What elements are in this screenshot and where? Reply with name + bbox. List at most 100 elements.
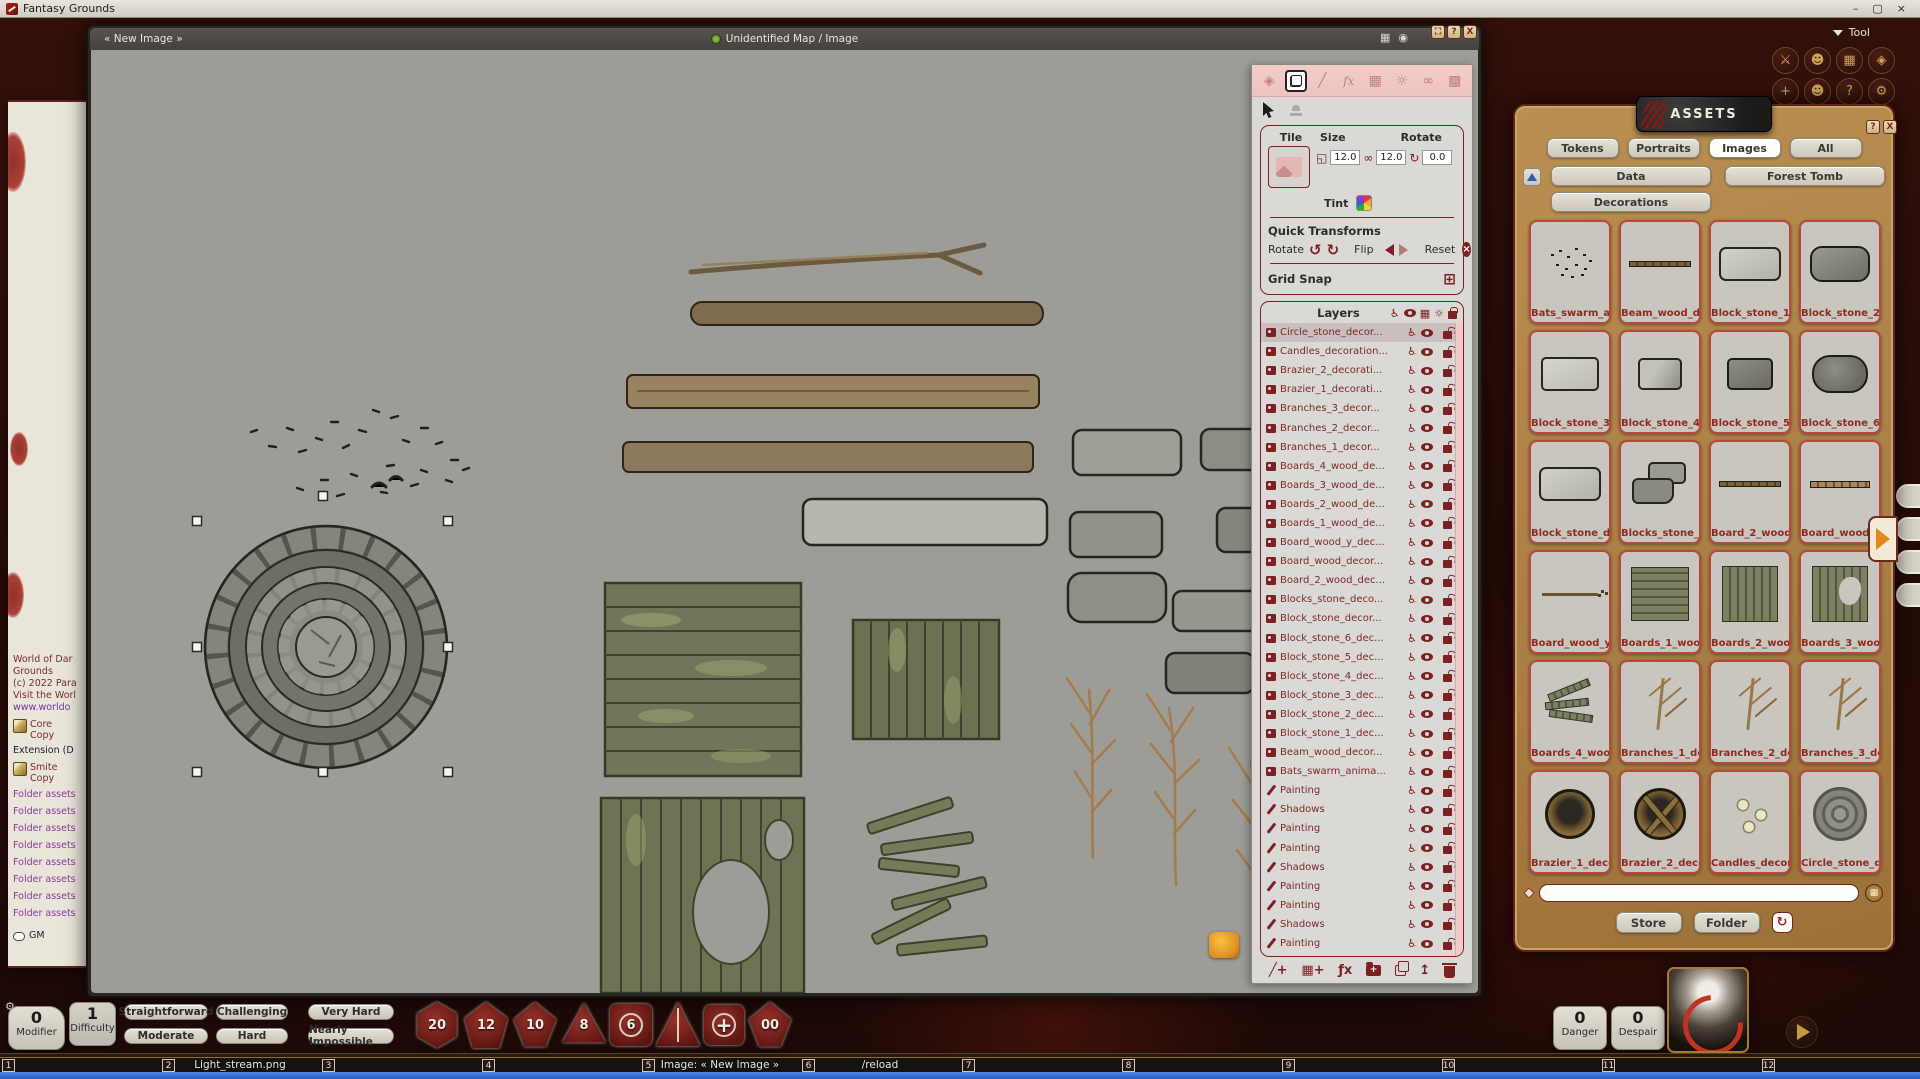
player-visibility-icon[interactable]: ♿ [1407, 442, 1417, 453]
difficulty-button[interactable]: Hard [216, 1028, 288, 1044]
rotate-cw-button[interactable]: ↻ [1327, 243, 1340, 257]
visibility-eye-icon[interactable] [1421, 844, 1433, 852]
player-visibility-icon[interactable]: ♿ [1407, 843, 1417, 854]
tool-menu-icon[interactable]: ☻ [1804, 47, 1831, 74]
visibility-eye-icon[interactable] [1421, 424, 1433, 432]
player-visibility-icon[interactable]: ♿ [1407, 365, 1417, 376]
layer-row[interactable]: Painting ♿ [1261, 934, 1455, 953]
size-width-input[interactable]: 12.0 [1330, 150, 1360, 165]
player-visibility-icon[interactable]: ♿ [1407, 518, 1417, 529]
layer-row[interactable]: Brazier_1_decorati... ♿ [1261, 380, 1455, 399]
lighting-icon[interactable]: ☼ [1434, 307, 1444, 320]
visibility-eye-icon[interactable] [1421, 749, 1433, 757]
asset-card[interactable]: Blocks_stone_d [1619, 440, 1701, 544]
difficulty-button[interactable]: Very Hard [308, 1004, 394, 1020]
window-help-button[interactable]: ? [1447, 25, 1461, 39]
layers-mode-icon[interactable] [1285, 70, 1307, 92]
hotkey-slot[interactable]: 3 [320, 1058, 480, 1073]
visibility-eye-icon[interactable] [1421, 863, 1433, 871]
die-mode-icon[interactable]: ◈ [1258, 70, 1280, 92]
player-visibility-icon[interactable]: ♿ [1407, 423, 1417, 434]
tool-menu-icon[interactable]: ? [1836, 78, 1863, 105]
difficulty-button[interactable]: Nearly Impossible [308, 1028, 394, 1044]
layer-lock-icon[interactable] [1443, 521, 1452, 529]
visibility-eye-icon[interactable] [1421, 405, 1433, 413]
layer-lock-icon[interactable] [1443, 732, 1452, 740]
tool-menu-icon[interactable]: + [1772, 78, 1799, 105]
add-fx-layer-icon[interactable]: ƒx [1338, 963, 1352, 978]
hotkey-slot[interactable]: Image: « New Image » 5 [640, 1058, 800, 1073]
asset-card[interactable]: Branches_3_dec [1799, 660, 1881, 764]
layer-lock-icon[interactable] [1443, 445, 1452, 453]
layer-row[interactable]: Painting ♿ [1261, 896, 1455, 915]
stamp-tool-icon[interactable] [1290, 105, 1302, 116]
player-visibility-icon[interactable]: ♿ [1407, 403, 1417, 414]
layer-lock-icon[interactable] [1443, 922, 1452, 930]
minimize-button[interactable]: – [1853, 0, 1859, 18]
module-filter-button[interactable]: Data [1551, 166, 1711, 186]
player-visibility-icon[interactable]: ♿ [1407, 461, 1417, 472]
add-folder-icon[interactable]: + [1366, 965, 1381, 976]
layer-lock-icon[interactable] [1443, 693, 1452, 701]
hotkey-slot[interactable]: 10 [1440, 1058, 1600, 1073]
layer-lock-icon[interactable] [1443, 789, 1452, 797]
layer-row[interactable]: Painting ♿ [1261, 781, 1455, 800]
visibility-eye-icon[interactable] [1421, 920, 1433, 928]
paint-mode-icon[interactable]: ╱ [1311, 70, 1333, 92]
hotkey-slot[interactable]: 4 [480, 1058, 640, 1073]
layer-lock-icon[interactable] [1443, 942, 1452, 950]
chat-window-partial[interactable]: World of DarGrounds(c) 2022 ParaVisit th… [8, 100, 94, 968]
size-height-input[interactable]: 12.0 [1376, 150, 1406, 165]
visibility-eye-icon[interactable] [1421, 940, 1433, 948]
rotate-input[interactable]: 0.0 [1422, 150, 1452, 165]
player-visibility-icon[interactable]: ♿ [1407, 384, 1417, 395]
layer-lock-icon[interactable] [1443, 712, 1452, 720]
dice-tower-icon[interactable]: ▦ [1380, 31, 1390, 44]
player-visibility-icon[interactable]: ♿ [1407, 327, 1417, 338]
layer-row[interactable]: Blocks_stone_deco... ♿ [1261, 590, 1455, 609]
player-visibility-icon[interactable]: ♿ [1407, 633, 1417, 644]
layer-lock-icon[interactable] [1443, 407, 1452, 415]
layer-lock-icon[interactable] [1443, 541, 1452, 549]
visibility-eye-icon[interactable] [1421, 768, 1433, 776]
scroll-up-button[interactable] [1523, 168, 1541, 186]
layer-lock-icon[interactable] [1443, 846, 1452, 854]
layer-lock-icon[interactable] [1443, 579, 1452, 587]
visibility-eye-icon[interactable] [1421, 519, 1433, 527]
die-button[interactable]: 10 [512, 1002, 558, 1048]
visibility-eye-icon[interactable] [1421, 596, 1433, 604]
grid-snap-toggle-icon[interactable]: ⊞ [1443, 270, 1456, 288]
layer-row[interactable]: Branches_2_decor... ♿ [1261, 418, 1455, 437]
layer-lock-icon[interactable] [1443, 350, 1452, 358]
visibility-eye-icon[interactable] [1421, 730, 1433, 738]
tool-menu-icon[interactable]: ⚔ [1772, 47, 1799, 74]
visibility-eye-icon[interactable] [1421, 787, 1433, 795]
hotkey-slot[interactable]: 8 [1120, 1058, 1280, 1073]
danger-box[interactable]: 0 Danger [1553, 1006, 1607, 1050]
player-visibility-icon[interactable]: ♿ [1407, 652, 1417, 663]
grid-view-button[interactable]: ▦ [1865, 884, 1883, 902]
layer-lock-icon[interactable] [1443, 674, 1452, 682]
module-filter-button[interactable]: Forest Tomb [1725, 166, 1885, 186]
window-close-button[interactable]: X [1463, 25, 1477, 39]
window-fullscreen-button[interactable]: ⛶ [1431, 25, 1445, 39]
player-visibility-icon[interactable]: ♿ [1407, 594, 1417, 605]
visibility-eye-icon[interactable] [1421, 710, 1433, 718]
character-portrait[interactable] [1667, 967, 1749, 1053]
asset-card[interactable]: Boards_1_wood [1619, 550, 1701, 654]
player-visibility-icon[interactable]: ♿ [1407, 556, 1417, 567]
difficulty-button[interactable]: Straightforward [124, 1004, 208, 1020]
player-visibility-icon[interactable]: ♿ [1407, 938, 1417, 949]
layer-lock-icon[interactable] [1443, 560, 1452, 568]
player-visibility-icon[interactable]: ♿ [1407, 499, 1417, 510]
layer-row[interactable]: Painting ♿ [1261, 839, 1455, 858]
layer-lock-icon[interactable] [1443, 617, 1452, 625]
layer-row[interactable]: Boards_3_wood_de... ♿ [1261, 476, 1455, 495]
flip-vertical-button[interactable] [1399, 244, 1408, 256]
player-visibility-icon[interactable]: ♿ [1407, 766, 1417, 777]
visibility-eye-icon[interactable] [1421, 691, 1433, 699]
assets-search-input[interactable] [1539, 884, 1859, 902]
player-visibility-icon[interactable]: ♿ [1407, 728, 1417, 739]
die-button[interactable]: 12 [463, 1002, 509, 1048]
tool-menu-label[interactable]: Tool [1772, 26, 1896, 39]
